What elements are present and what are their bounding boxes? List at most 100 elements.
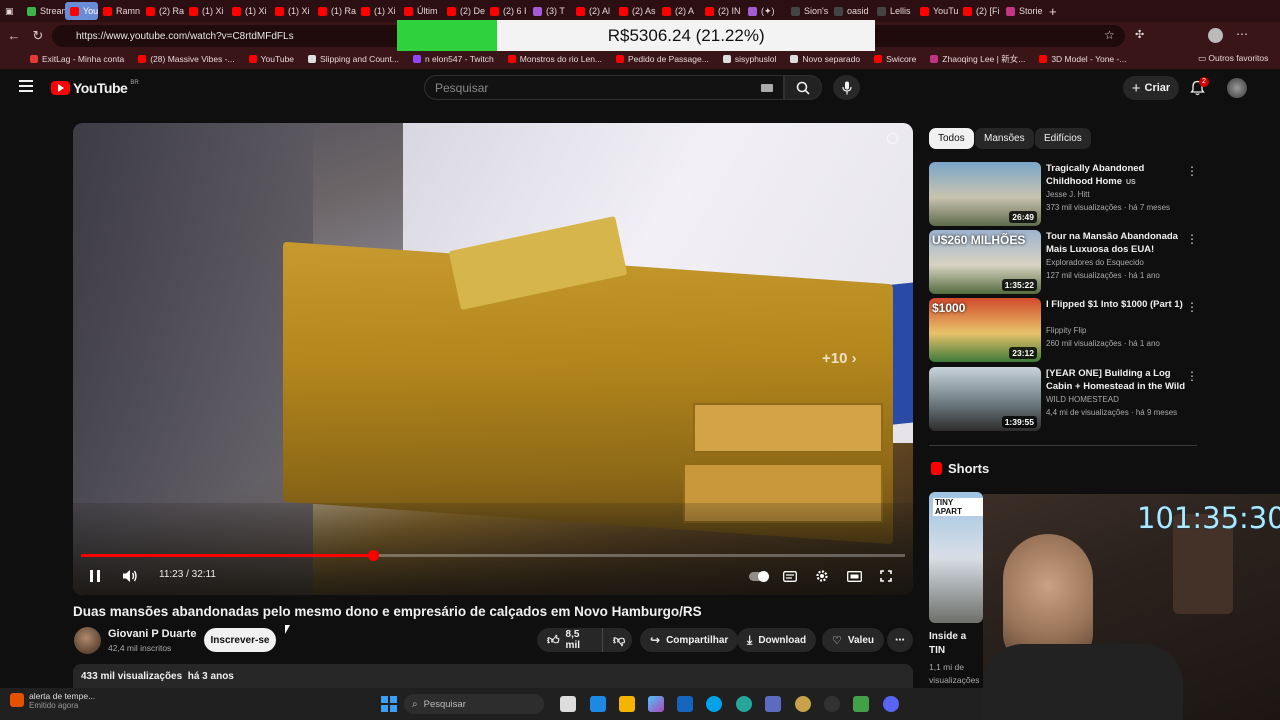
bookmark-item[interactable]: Slipping and Count... <box>308 54 399 64</box>
chip-mansoes[interactable]: Mansões <box>975 128 1034 149</box>
browser-tab[interactable]: (2) A <box>657 2 700 20</box>
recommended-channel[interactable]: Jesse J. Hitt <box>1046 190 1090 199</box>
subtitles-button[interactable] <box>781 566 799 586</box>
search-button[interactable] <box>784 75 822 100</box>
browser-tab[interactable]: Últim <box>399 2 442 20</box>
bookmark-item[interactable]: Monstros do rio Len... <box>507 54 602 64</box>
video-player[interactable] <box>73 123 913 595</box>
file-explorer-icon[interactable] <box>619 696 635 712</box>
short-title[interactable]: Inside a TIN Apartment <box>929 630 983 659</box>
bookmark-item[interactable]: YouTube <box>248 54 294 64</box>
dislike-button[interactable]: 👎︎ <box>602 628 632 652</box>
recommended-video[interactable]: U$260 MILHÕES 1:35:22 Tour na Mansão Aband… <box>929 230 1199 294</box>
copilot-icon[interactable] <box>648 696 664 712</box>
video-thumbnail[interactable]: U$260 MILHÕES 1:35:22 <box>929 230 1041 294</box>
more-vertical-icon[interactable]: ⋮ <box>1186 300 1198 314</box>
browser-tab[interactable]: Lellis <box>872 2 915 20</box>
settings-button[interactable] <box>813 566 831 586</box>
more-vertical-icon[interactable]: ⋮ <box>1186 164 1198 178</box>
autoplay-toggle[interactable] <box>748 566 770 586</box>
store-icon[interactable] <box>677 696 693 712</box>
scrubber-handle[interactable] <box>367 550 379 561</box>
bookmark-item[interactable]: n elon547 - Twitch <box>412 54 494 64</box>
like-button[interactable]: 👍︎ 8,5 mil <box>537 628 602 652</box>
create-button[interactable]: + Criar <box>1123 76 1179 100</box>
bookmark-item[interactable]: Novo separado <box>790 54 860 64</box>
chip-todos[interactable]: Todos <box>929 128 974 149</box>
account-avatar[interactable] <box>1227 78 1247 98</box>
profile-icon[interactable] <box>1208 28 1223 43</box>
theater-mode-button[interactable] <box>845 566 863 586</box>
video-thumbnail[interactable]: $1000 23:12 <box>929 298 1041 362</box>
app-icon[interactable] <box>853 696 869 712</box>
discord-icon[interactable] <box>883 696 899 712</box>
browser-tab[interactable]: (2) [Fi <box>958 2 1001 20</box>
video-progress-bar[interactable] <box>81 550 905 561</box>
bookmark-item[interactable]: 3D Model - Yone -... <box>1039 54 1126 64</box>
app-icon[interactable] <box>765 696 781 712</box>
more-actions-button[interactable]: ⋯ <box>887 628 913 652</box>
bookmark-item[interactable]: Zhaoqing Lee | 新女... <box>930 53 1025 65</box>
recommended-video[interactable]: 26:49 Tragically Abandoned Childhood Home… <box>929 162 1199 226</box>
voice-search-button[interactable] <box>833 75 860 100</box>
chip-edificios[interactable]: Edifícios <box>1035 128 1091 149</box>
bookmark-item[interactable]: ExitLag - Minha conta <box>30 54 124 64</box>
browser-tab[interactable]: Sion's <box>786 2 829 20</box>
channel-avatar[interactable] <box>74 627 101 654</box>
volume-button[interactable] <box>120 566 140 586</box>
new-tab-button[interactable]: + <box>1044 2 1062 20</box>
browser-tab[interactable]: (3) T <box>528 2 571 20</box>
recommended-channel[interactable]: Exploradores do Esquecido <box>1046 258 1144 267</box>
recommended-title[interactable]: Tour na Mansão Abandonada Mais Luxuosa d… <box>1046 230 1186 256</box>
recommended-title[interactable]: I Flipped $1 Into $1000 (Part 1) <box>1046 298 1186 311</box>
notifications-button[interactable]: 2 <box>1190 77 1209 101</box>
edge-icon[interactable] <box>706 696 722 712</box>
pause-button[interactable] <box>86 566 104 586</box>
search-input[interactable]: Pesquisar <box>424 75 784 100</box>
download-button[interactable]: ⤓ Download <box>737 628 817 652</box>
browser-tab[interactable]: (1) Xi <box>270 2 313 20</box>
short-thumbnail[interactable]: TINY APART <box>929 492 983 623</box>
browser-tab[interactable]: (1) Xi <box>356 2 399 20</box>
browser-tab[interactable]: (2) IN <box>700 2 743 20</box>
browser-tab[interactable]: YouTu <box>915 2 958 20</box>
video-thumbnail[interactable]: 1:39:55 <box>929 367 1041 431</box>
browser-menu-icon[interactable]: ⋯ <box>1236 27 1248 41</box>
browser-tab[interactable]: (2) 6 I <box>485 2 528 20</box>
reload-icon[interactable]: ↻ <box>26 24 50 48</box>
browser-tab[interactable]: (2) De <box>442 2 485 20</box>
app-icon[interactable] <box>795 696 811 712</box>
browser-tab[interactable]: Stream <box>22 2 65 20</box>
recommended-title[interactable]: Tragically Abandoned Childhood Home US <box>1046 162 1186 189</box>
taskbar-notification[interactable]: alerta de tempe... Emitido agora <box>10 691 95 710</box>
app-icon[interactable] <box>736 696 752 712</box>
fullscreen-button[interactable] <box>877 566 895 586</box>
browser-tab[interactable]: (2) As <box>614 2 657 20</box>
taskview-icon[interactable] <box>560 696 576 712</box>
subscribe-button[interactable]: Inscrever-se <box>204 628 276 652</box>
browser-tab[interactable]: Storie <box>1001 2 1044 20</box>
bookmark-item[interactable]: (28) Massive Vibes -... <box>138 54 235 64</box>
extensions-icon[interactable]: ✣ <box>1135 28 1144 41</box>
channel-name[interactable]: Giovani P Duarte <box>108 628 196 640</box>
keyboard-icon[interactable] <box>761 84 773 92</box>
browser-tab[interactable]: oasid <box>829 2 872 20</box>
browser-tab[interactable]: (2) Ra <box>141 2 184 20</box>
browser-tab[interactable]: Ramn <box>98 2 141 20</box>
recommended-channel[interactable]: Flippity Flip <box>1046 326 1086 335</box>
recommended-channel[interactable]: WILD HOMESTEAD <box>1046 395 1119 404</box>
browser-tab[interactable]: (1) Xi <box>184 2 227 20</box>
browser-tab[interactable]: (1) Xi <box>227 2 270 20</box>
player-info-icon[interactable] <box>887 133 898 144</box>
other-bookmarks[interactable]: ▭ Outros favoritos <box>1198 53 1268 64</box>
more-vertical-icon[interactable]: ⋮ <box>1186 369 1198 383</box>
youtube-logo[interactable]: YouTube BR <box>51 80 139 96</box>
recommended-video[interactable]: 1:39:55 [YEAR ONE] Building a Log Cabin +… <box>929 367 1199 431</box>
thanks-button[interactable]: ♡ Valeu <box>822 628 885 652</box>
recommended-title[interactable]: [YEAR ONE] Building a Log Cabin + Homest… <box>1046 367 1186 393</box>
hamburger-menu-icon[interactable] <box>19 80 33 92</box>
bookmark-item[interactable]: Pedido de Passage... <box>616 54 709 64</box>
more-vertical-icon[interactable]: ⋮ <box>1186 232 1198 246</box>
browser-tab[interactable]: (✦) <box>743 2 786 20</box>
browser-tab[interactable]: (1) Ra <box>313 2 356 20</box>
